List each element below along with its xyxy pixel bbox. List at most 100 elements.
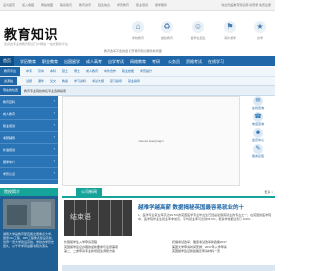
nav-item[interactable]: 成人高考: [86, 59, 102, 65]
sub-nav-item[interactable]: 中专: [26, 69, 32, 73]
nav-item[interactable]: 职业教育: [42, 59, 58, 65]
chevron-right-icon: ›: [53, 110, 55, 115]
shortcut-phone[interactable]: ☎ 电话咨询: [241, 112, 275, 126]
school-intro-title: 院校简介: [0, 188, 58, 196]
people-icon: ☺: [192, 21, 204, 33]
nav-item[interactable]: 资格考试: [186, 59, 202, 65]
news-list-right: 托福考试改革：雅思考试改革新政策2017 美国大学申请时间安排：2017年入学申…: [172, 240, 272, 254]
top-link[interactable]: 加入收藏: [22, 3, 34, 7]
location-label: 现在的位置: [0, 86, 22, 95]
sub-nav-item[interactable]: 教案: [62, 79, 68, 83]
tab-company-news[interactable]: 公司新闻: [76, 188, 102, 196]
header-shortcut-school-run[interactable]: ★ 办学: [250, 21, 270, 40]
sub-nav-item[interactable]: 复习指导: [110, 79, 122, 83]
sidebar-item[interactable]: 外语培训 ›: [0, 144, 58, 156]
sub-nav-item[interactable]: 就业指导: [128, 79, 140, 83]
plugin-area: Cannot load plugin: [62, 96, 240, 186]
sub-nav-item[interactable]: 本科: [50, 69, 56, 73]
news-headline[interactable]: 越难学越高薪 数据揭秘英国最容易就业的十: [138, 203, 273, 211]
more-link[interactable]: 更多 >: [264, 190, 273, 194]
sidebar-item-label: 留学中介: [3, 160, 16, 164]
top-link[interactable]: 留学服务: [155, 3, 167, 7]
sub-nav-item[interactable]: 学历提升: [140, 69, 152, 73]
school-photo[interactable]: [3, 199, 55, 229]
sub-nav-item[interactable]: 学习资料: [74, 79, 86, 83]
top-link[interactable]: 学历教育: [117, 3, 129, 7]
news-header: 公司新闻 更多 >: [62, 188, 275, 198]
shortcut-caption: 办学: [256, 36, 263, 40]
sub-nav-item[interactable]: 试题: [26, 79, 32, 83]
sub-nav-item[interactable]: 论文: [50, 79, 56, 83]
shortcut-caption: 在线咨询: [251, 106, 264, 110]
main-nav: 首页 学历教育 职业教育 出国留学 成人高考 自学考试 网络教育 考研 公务员 …: [0, 56, 275, 66]
chevron-right-icon: ›: [53, 158, 55, 163]
login-links[interactable]: 欢迎光临教育知识网 请登录 免费注册: [221, 3, 271, 7]
site-logo[interactable]: 教育知识: [4, 24, 58, 43]
nav-item[interactable]: 学历教育: [20, 59, 36, 65]
school-description: 湖南大学是教育部直属全国重点大学，国家211工程、985工程重点建设高校，世界一…: [3, 232, 55, 248]
chevron-right-icon: ›: [53, 98, 55, 103]
sidebar-item-label: 教育百科: [3, 100, 16, 104]
sidebar-item-label: 职业培训: [3, 124, 16, 128]
chevron-right-icon: ›: [53, 134, 55, 139]
top-link[interactable]: 设为首页: [3, 3, 15, 7]
news-list-item[interactable]: 英国留学签证新政策及申请材料一览: [172, 249, 272, 254]
chat-icon: ✉: [253, 96, 263, 106]
top-link[interactable]: 网站地图: [41, 3, 53, 7]
school-intro-panel: 院校简介 湖南大学是教育部直属全国重点大学，国家211工程、985工程重点建设高…: [0, 188, 58, 271]
top-link[interactable]: 联系我们: [60, 3, 72, 7]
top-link[interactable]: 招生信息: [98, 3, 110, 7]
sidebar-item[interactable]: 留学中介 ›: [0, 156, 58, 168]
nav-item[interactable]: 考研: [152, 59, 160, 65]
sidebar-item[interactable]: 职业培训 ›: [0, 120, 58, 132]
nav-item[interactable]: 自学考试: [108, 59, 124, 65]
sub-nav-item[interactable]: 中外合作: [104, 69, 116, 73]
recycle-icon: ♻: [161, 21, 173, 33]
shortcut-caption: 学校教育: [131, 36, 144, 40]
header-shortcut-intl[interactable]: ☺ 留学生招生: [188, 21, 208, 40]
shortcut-caption: 留言反馈: [251, 154, 264, 158]
header-shortcut-overseas[interactable]: ⚑ 海外游学: [220, 21, 240, 40]
sidebar-item-label: 外语培训: [3, 148, 16, 152]
header-shortcut-school[interactable]: ⌂ 学校教育: [128, 21, 148, 40]
shortcut-caption: 继续教育: [160, 36, 173, 40]
logo-subtitle: 您身边专业的教育知识门户网站 一站式服务平台: [4, 42, 68, 46]
news-image[interactable]: 结束语: [64, 200, 132, 236]
top-link[interactable]: 职业培训: [136, 3, 148, 7]
location-text[interactable]: 教育专业院校排名专业选择指南: [24, 89, 66, 93]
nav-item[interactable]: 在线学习: [208, 59, 224, 65]
sub-nav-item[interactable]: 课件: [38, 79, 44, 83]
top-link[interactable]: 教育资讯: [79, 3, 91, 7]
sub-nav-item[interactable]: 博士: [74, 69, 80, 73]
news-list-item[interactable]: 第二、二类申请专业新增招生调整方案: [64, 249, 164, 254]
shortcut-feedback[interactable]: ✎ 留言反馈: [241, 144, 275, 158]
nav-item[interactable]: 公务员: [168, 59, 180, 65]
sub-nav-item[interactable]: 硕士: [62, 69, 68, 73]
nav-item[interactable]: 出国留学: [64, 59, 80, 65]
user-icon: ☻: [253, 128, 263, 138]
nav-item[interactable]: 网络教育: [130, 59, 146, 65]
shortcut-caption: 海外游学: [223, 36, 236, 40]
sub-nav: 教育平台 中专 高中 本科 硕士 博士 成人教育 中外合作 职业技能 学历提升: [0, 67, 275, 77]
news-image-caption: 结束语: [70, 214, 91, 221]
sidebar: 教育百科 › 成人教育 › 职业培训 › 考研辅导 › 外语培训 › 留学中介 › 学历认证…: [0, 96, 58, 184]
chevron-right-icon: ›: [53, 146, 55, 151]
sidebar-item-label: 学历认证: [3, 172, 16, 176]
right-shortcuts: ✉ 在线咨询 ☎ 电话咨询 ☻ 会员中心 ✎ 留言反馈: [241, 96, 275, 160]
sidebar-item[interactable]: 教育百科 ›: [0, 96, 58, 108]
sub-nav-item[interactable]: 考试大纲: [92, 79, 104, 83]
chevron-right-icon: ›: [53, 170, 55, 175]
sidebar-item[interactable]: 学历认证 ›: [0, 168, 58, 180]
header-shortcut-continuing[interactable]: ♻ 继续教育: [157, 21, 177, 40]
sub-nav-item[interactable]: 高中: [38, 69, 44, 73]
sidebar-item[interactable]: 考研辅导 ›: [0, 132, 58, 144]
sub-nav-item[interactable]: 职业技能: [122, 69, 134, 73]
header-slogan: 教育改革不会倒退 打开教育知识服务新局面: [104, 49, 162, 53]
top-bar: 设为首页 加入收藏 网站地图 联系我们 教育资讯 招生信息 学历教育 职业培训 …: [0, 0, 275, 11]
book-icon: ✎: [253, 144, 263, 154]
shortcut-chat[interactable]: ✉ 在线咨询: [241, 96, 275, 110]
shortcut-member[interactable]: ☻ 会员中心: [241, 128, 275, 142]
sidebar-item[interactable]: 成人教育 ›: [0, 108, 58, 120]
sub-nav-item[interactable]: 成人教育: [86, 69, 98, 73]
nav-item-home[interactable]: 首页: [0, 56, 14, 66]
